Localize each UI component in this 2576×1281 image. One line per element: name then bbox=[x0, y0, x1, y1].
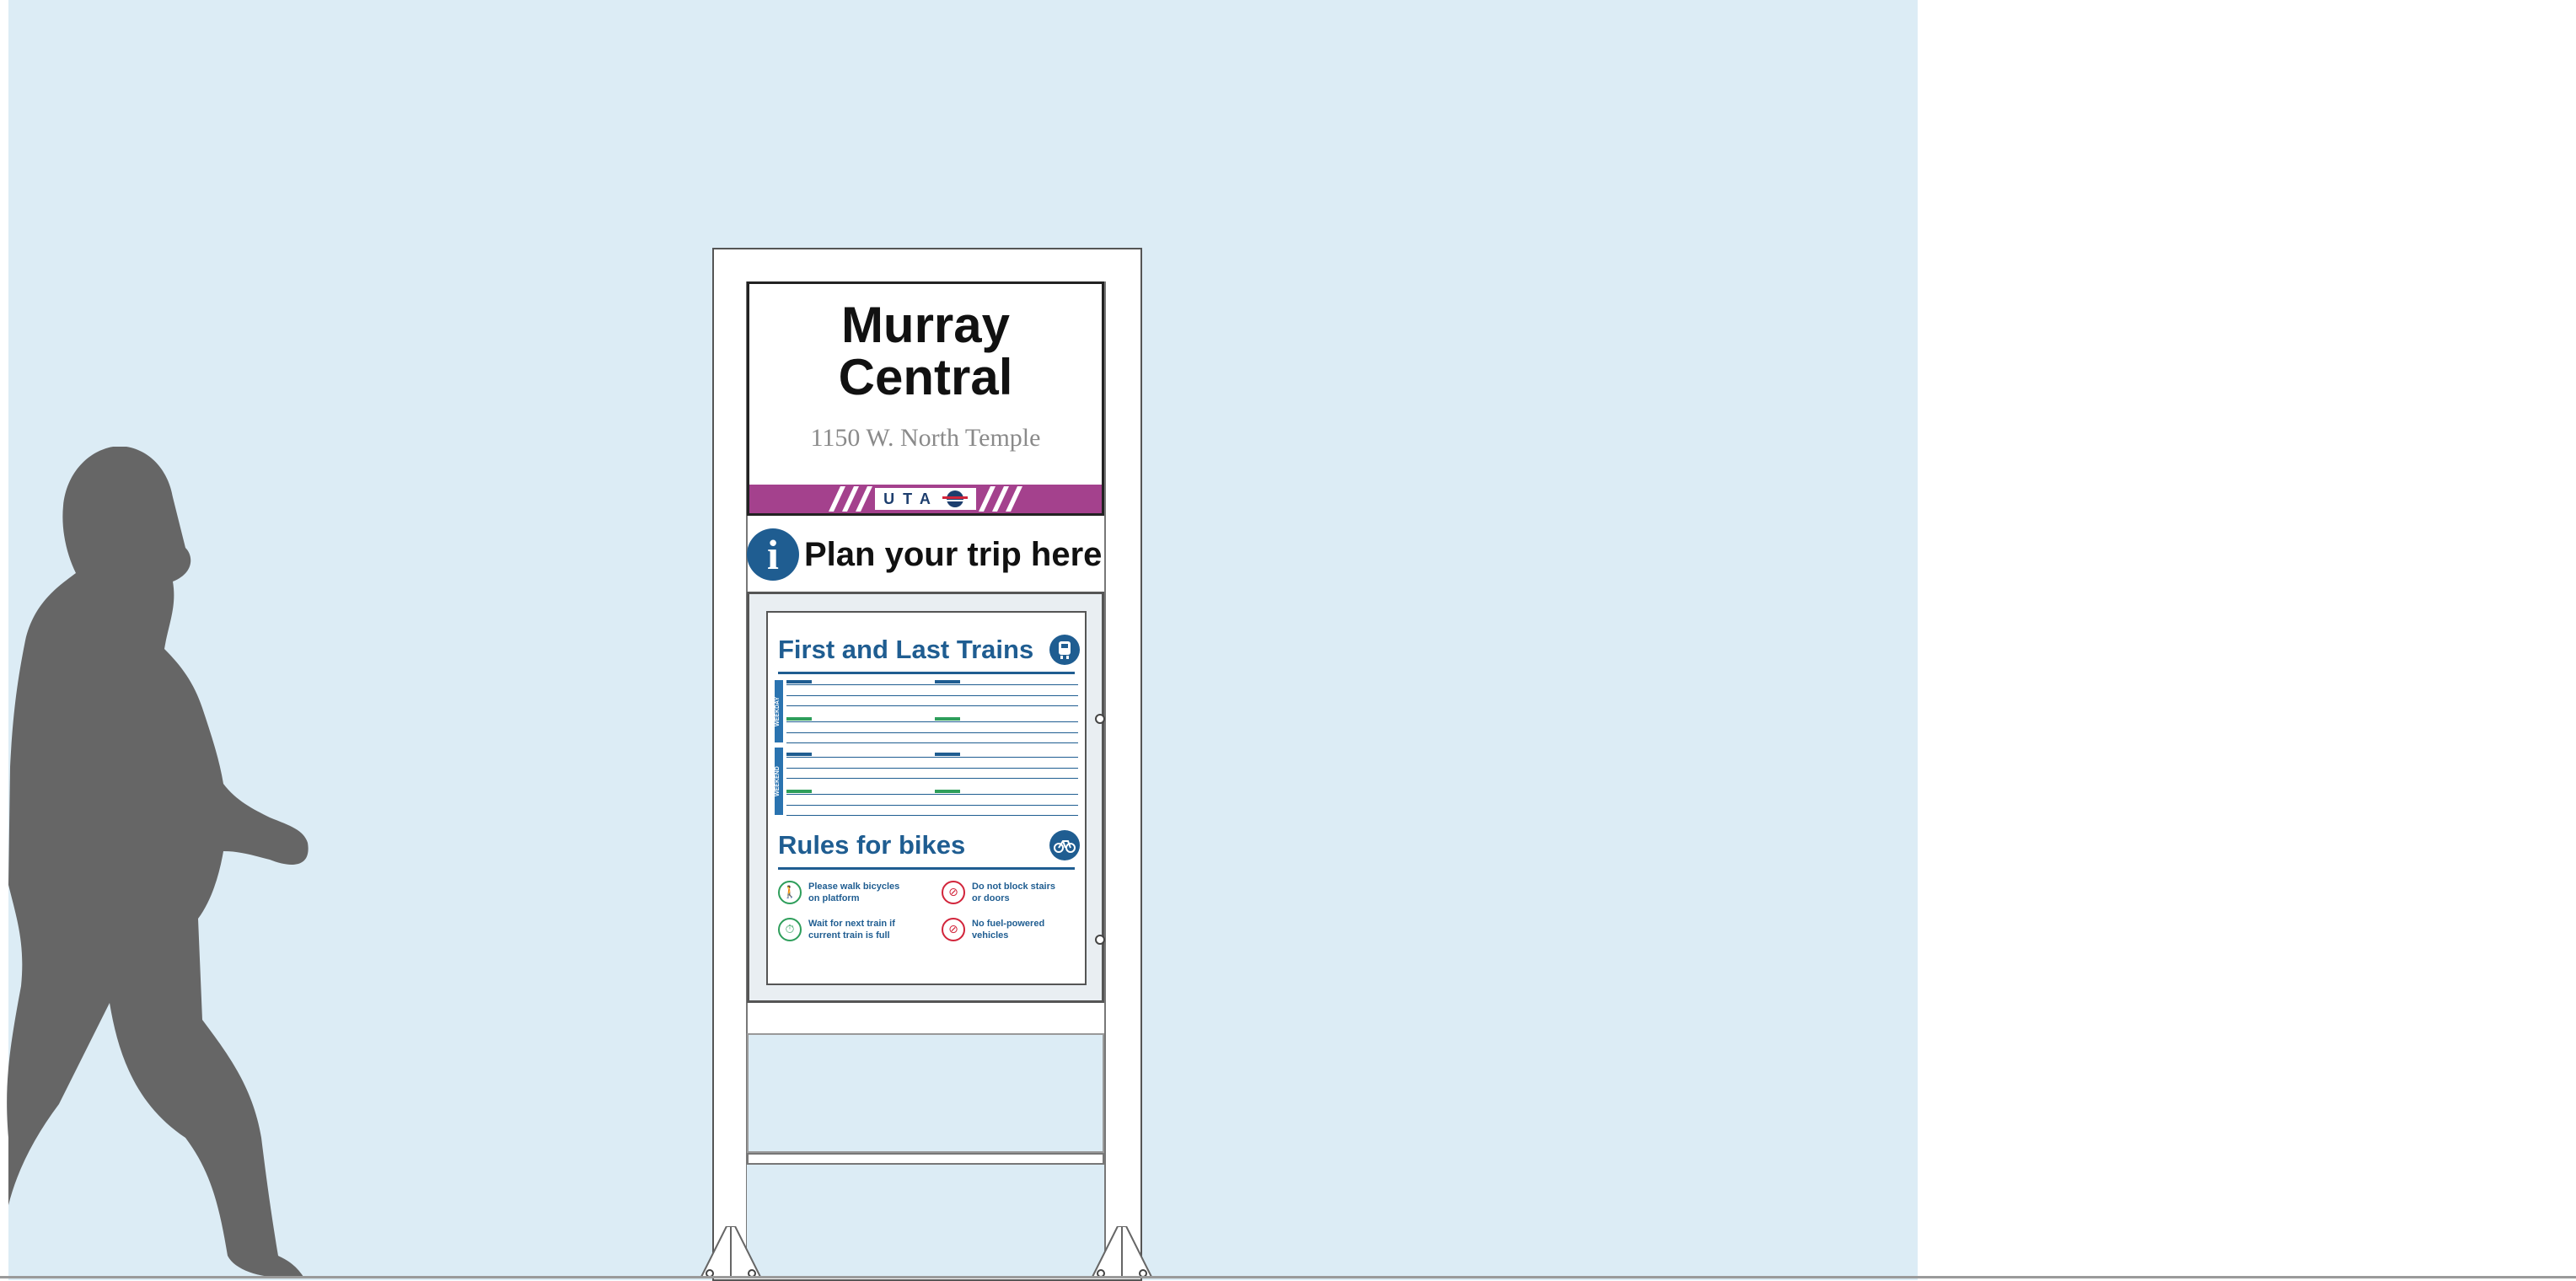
weekday-tab: WEEKDAY bbox=[775, 680, 783, 742]
table-line bbox=[786, 757, 940, 758]
base-bracket-right bbox=[1091, 1226, 1153, 1278]
trains-title: First and Last Trains bbox=[778, 635, 1034, 664]
table-line bbox=[935, 695, 1078, 696]
table-line bbox=[786, 732, 940, 733]
walking-person-silhouette bbox=[7, 447, 309, 1278]
lower-glass-panel bbox=[747, 1033, 1104, 1153]
frame-post-right bbox=[1104, 281, 1106, 1278]
schedule-table bbox=[786, 717, 940, 746]
info-poster: First and Last Trains WEEKDAY WEEKEND Ru… bbox=[766, 611, 1087, 985]
rule-no-fuel: ⊘ No fuel-powered vehicles bbox=[942, 918, 1044, 941]
schedule-table bbox=[935, 717, 1078, 746]
table-line bbox=[786, 705, 940, 706]
uta-logo: UTA bbox=[875, 488, 976, 510]
train-icon bbox=[1049, 635, 1080, 665]
cross-rail bbox=[747, 1153, 1104, 1165]
rule-text: No fuel-powered vehicles bbox=[972, 919, 1045, 941]
weekend-tab: WEEKEND bbox=[775, 748, 783, 815]
station-name: Murray Central bbox=[838, 297, 1013, 405]
table-line bbox=[935, 805, 1078, 806]
schedule-table bbox=[786, 680, 940, 709]
hinge-top bbox=[1095, 714, 1105, 724]
table-line bbox=[786, 695, 940, 696]
rule-text: Wait for next train if current train is … bbox=[808, 919, 895, 941]
rule-text: Do not block stairs or doors bbox=[972, 882, 1056, 903]
table-line bbox=[935, 794, 1078, 795]
hinge-bottom bbox=[1095, 935, 1105, 945]
bike-icon bbox=[1049, 830, 1080, 860]
ground-line bbox=[0, 1276, 2576, 1278]
table-line bbox=[786, 794, 940, 795]
rule-wait-train: ⏱ Wait for next train if current train i… bbox=[778, 918, 895, 941]
brand-bar: UTA bbox=[749, 485, 1102, 513]
stripe-left-3 bbox=[856, 486, 873, 512]
table-line bbox=[935, 778, 1078, 779]
table-header-bar bbox=[935, 717, 960, 721]
plan-trip-header: i Plan your trip here bbox=[747, 528, 1104, 582]
walk-bike-icon: 🚶 bbox=[778, 881, 802, 904]
no-fuel-icon: ⊘ bbox=[942, 918, 965, 941]
table-line bbox=[786, 684, 940, 685]
info-icon: i bbox=[747, 528, 799, 581]
table-header-bar bbox=[786, 790, 812, 793]
schedule-table bbox=[935, 790, 1078, 818]
base-bracket-left bbox=[700, 1226, 762, 1278]
table-line bbox=[786, 815, 940, 816]
uta-wordmark: UTA bbox=[883, 490, 939, 507]
table-line bbox=[935, 684, 1078, 685]
table-line bbox=[935, 732, 1078, 733]
table-line bbox=[786, 742, 940, 743]
table-header-bar bbox=[935, 680, 960, 683]
stripe-right-3 bbox=[1005, 486, 1022, 512]
lower-opening bbox=[747, 1165, 1104, 1278]
table-line bbox=[935, 815, 1078, 816]
trains-rule bbox=[778, 672, 1075, 674]
wait-train-icon: ⏱ bbox=[778, 918, 802, 941]
table-line bbox=[786, 768, 940, 769]
schedule-table bbox=[935, 680, 1078, 709]
schedule-table bbox=[786, 790, 940, 818]
table-header-bar bbox=[786, 680, 812, 683]
station-address: 1150 W. North Temple bbox=[810, 424, 1041, 452]
schedule-table bbox=[786, 753, 940, 781]
table-line bbox=[786, 805, 940, 806]
rule-text: Please walk bicycles on platform bbox=[808, 882, 900, 903]
table-line bbox=[935, 705, 1078, 706]
table-header-bar bbox=[786, 717, 812, 721]
table-line bbox=[935, 768, 1078, 769]
table-line bbox=[786, 721, 940, 722]
info-display-case: First and Last Trains WEEKDAY WEEKEND Ru… bbox=[747, 592, 1105, 1003]
table-header-bar bbox=[786, 753, 812, 756]
table-line bbox=[935, 721, 1078, 722]
plan-trip-text: Plan your trip here bbox=[804, 535, 1103, 573]
rule-no-block: ⊘ Do not block stairs or doors bbox=[942, 881, 1055, 904]
table-line bbox=[935, 757, 1078, 758]
station-name-panel: Murray Central 1150 W. North Temple UTA bbox=[747, 281, 1104, 516]
table-line bbox=[935, 742, 1078, 743]
rule-walk-bicycles: 🚶 Please walk bicycles on platform bbox=[778, 881, 899, 904]
table-header-bar bbox=[935, 753, 960, 756]
table-header-bar bbox=[935, 790, 960, 793]
bikes-title: Rules for bikes bbox=[778, 830, 966, 860]
bikes-rule bbox=[778, 867, 1075, 870]
no-block-icon: ⊘ bbox=[942, 881, 965, 904]
table-line bbox=[786, 778, 940, 779]
schedule-table bbox=[935, 753, 1078, 781]
uta-mark-icon bbox=[942, 490, 968, 507]
